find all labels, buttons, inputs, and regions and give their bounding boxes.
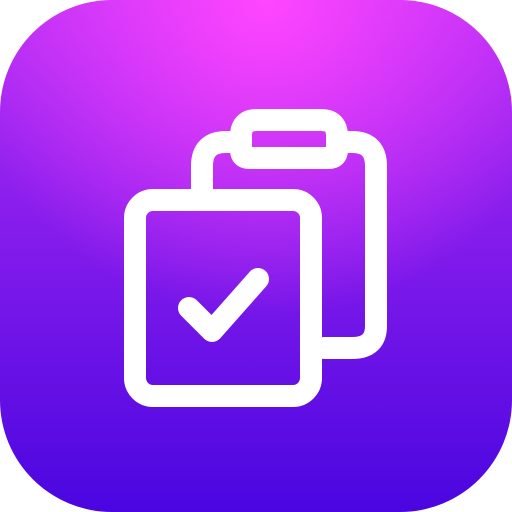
check-mark-icon xyxy=(178,268,269,342)
front-clipboard xyxy=(124,189,322,407)
clipboard-clip xyxy=(230,109,348,169)
clipboard-check-icon xyxy=(124,109,387,407)
app-icon[interactable] xyxy=(0,0,512,512)
